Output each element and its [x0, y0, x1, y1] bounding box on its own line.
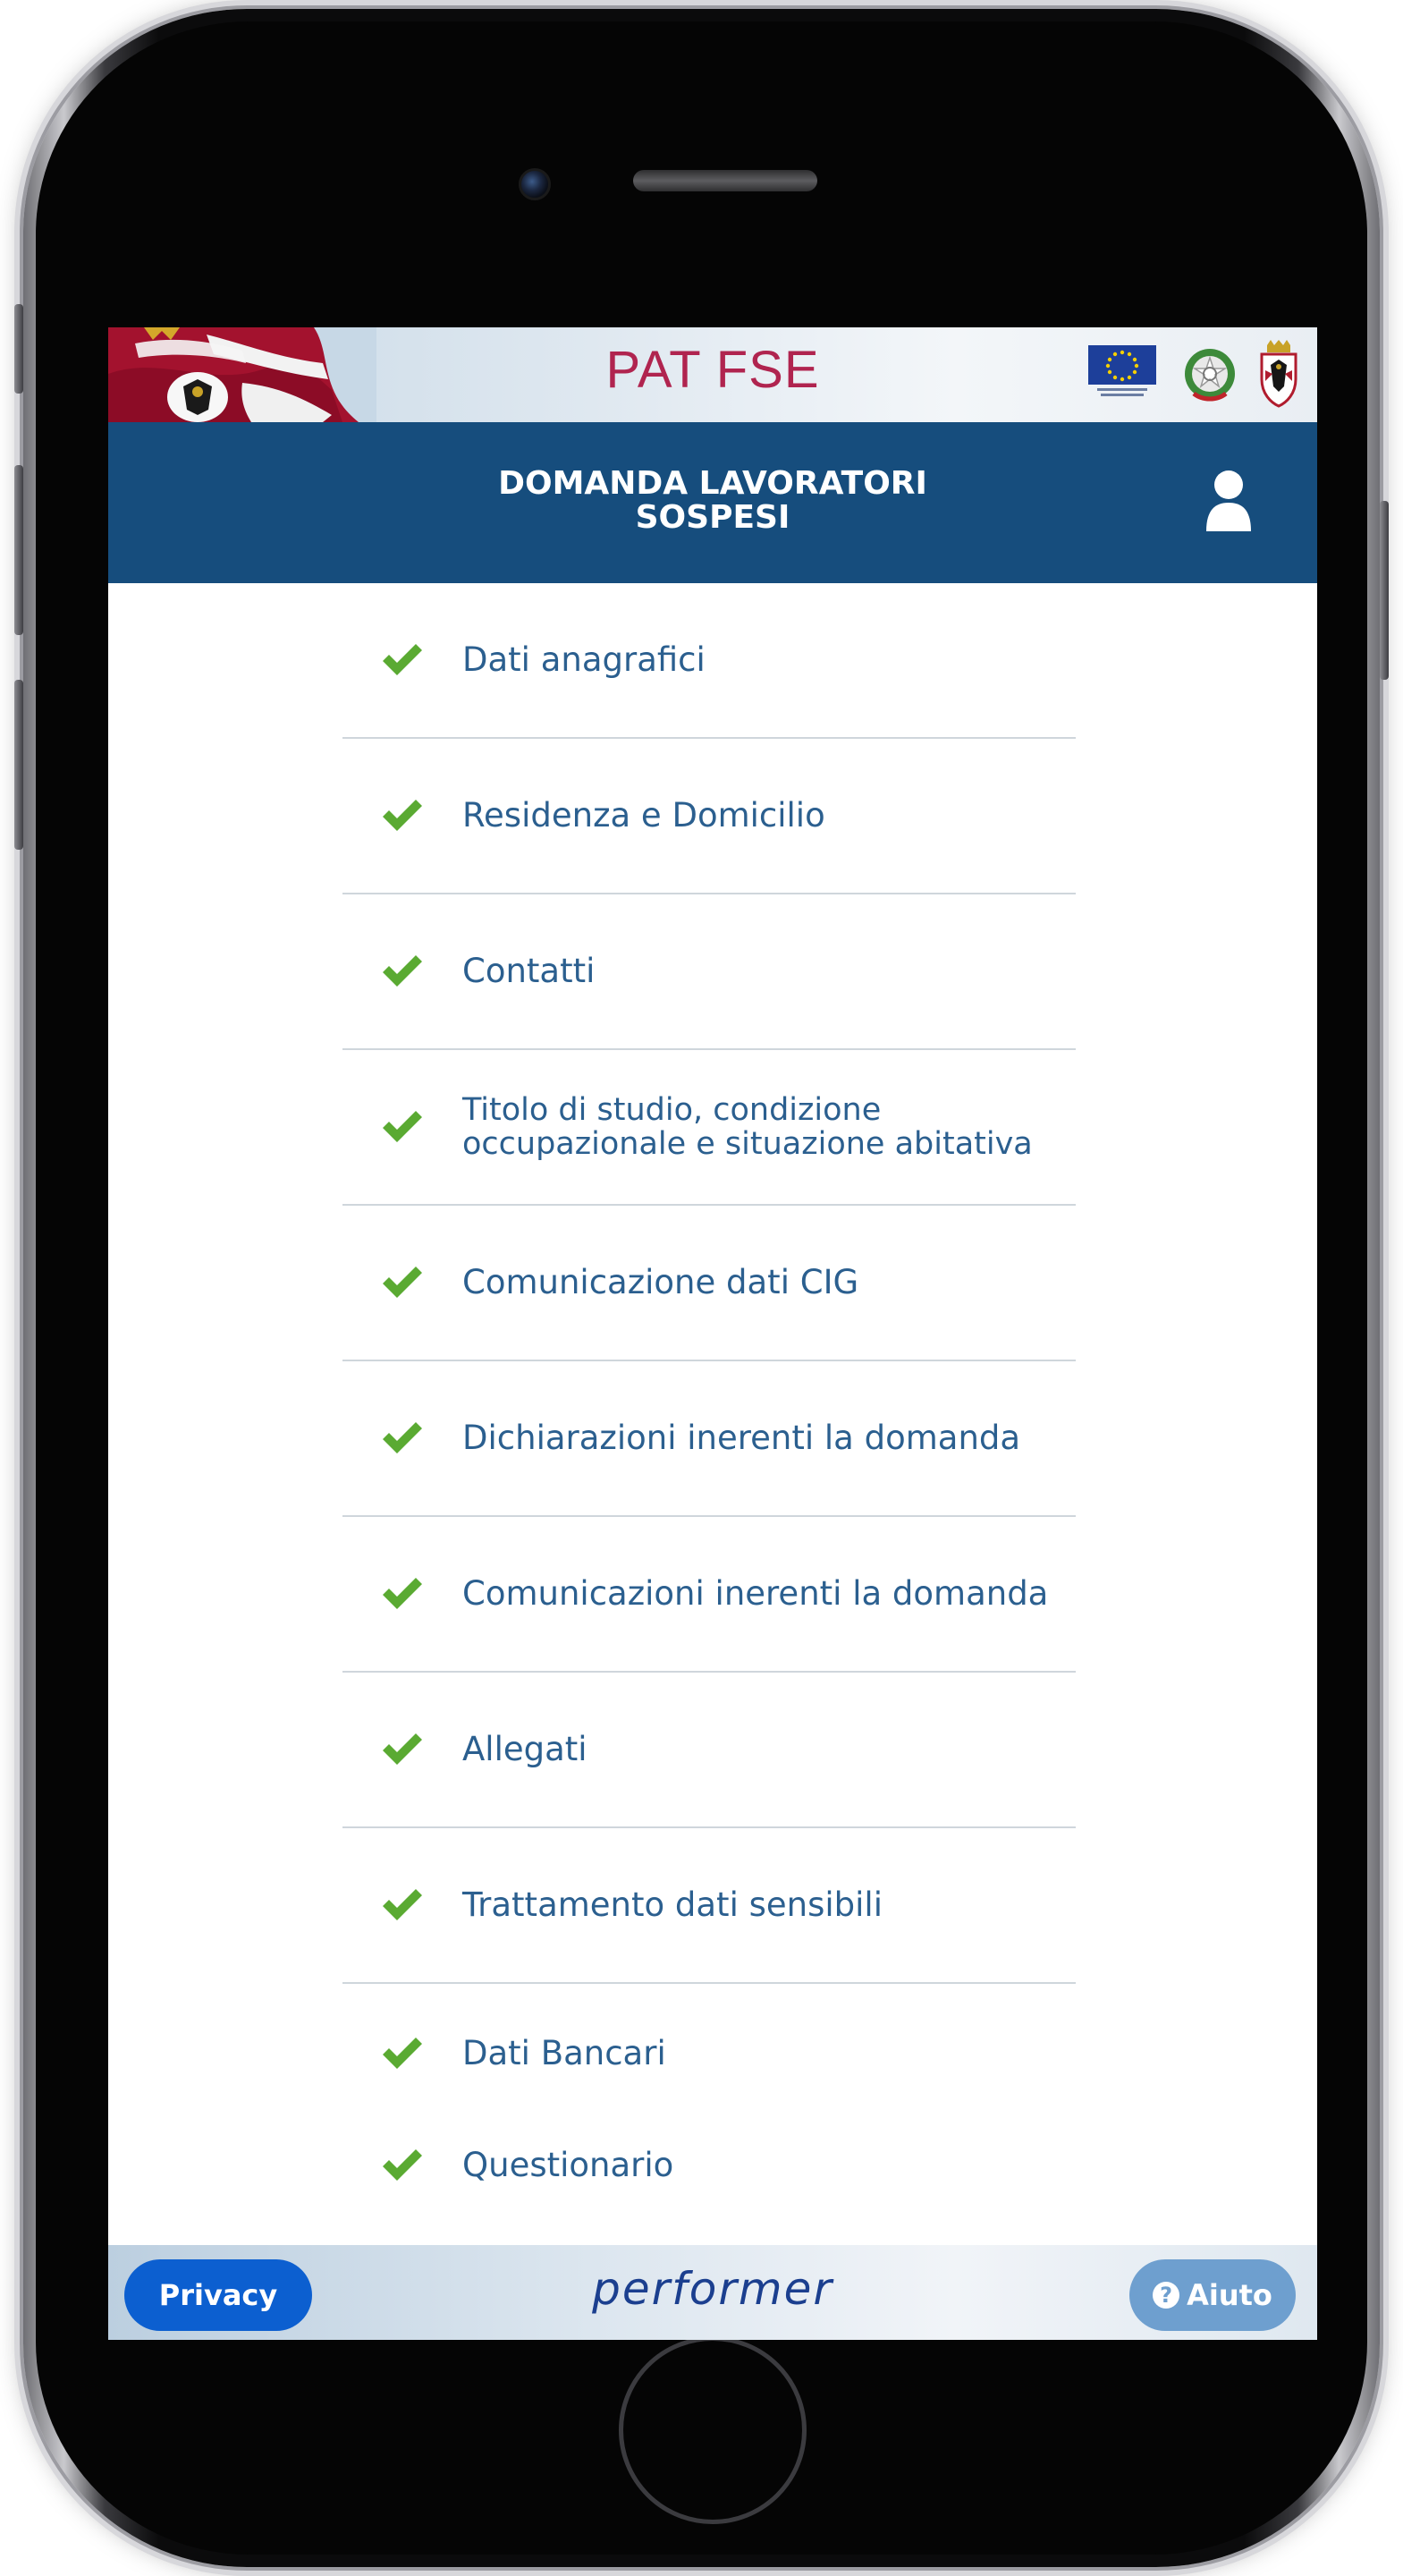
page-title-line1: DOMANDA LAVORATORI [498, 465, 927, 502]
check-icon [383, 1733, 422, 1765]
trentino-coat-of-arms [1256, 340, 1301, 408]
menu-item-label: Trattamento dati sensibili [462, 1885, 883, 1924]
app-screen: PAT FSE DOMANDA LAVORATORI SOSPESI Dati … [108, 327, 1317, 2340]
menu-item-dati-anagrafici[interactable]: Dati anagrafici [342, 583, 1076, 739]
menu-item-comunicazioni[interactable]: Comunicazioni inerenti la domanda [342, 1517, 1076, 1673]
check-icon [383, 800, 422, 831]
front-camera [519, 168, 551, 200]
check-icon [383, 955, 422, 987]
check-icon [383, 2148, 422, 2181]
menu-item-label: Residenza e Domicilio [462, 796, 825, 835]
user-icon[interactable] [1203, 469, 1255, 533]
menu-item-dati-bancari[interactable]: Dati Bancari [342, 1984, 1076, 2123]
menu-item-label: Dati anagrafici [462, 640, 706, 679]
help-button[interactable]: ? Aiuto [1129, 2259, 1296, 2331]
page-title-line2: SOSPESI [635, 499, 790, 536]
volume-down-button [14, 680, 23, 850]
check-icon [383, 1267, 422, 1298]
menu-item-label: Allegati [462, 1730, 587, 1768]
check-icon [383, 644, 422, 675]
menu-item-dichiarazioni[interactable]: Dichiarazioni inerenti la domanda [342, 1361, 1076, 1517]
menu-item-label: Dichiarazioni inerenti la domanda [462, 1419, 1021, 1457]
check-icon [383, 1111, 422, 1142]
question-circle-icon: ? [1153, 2282, 1180, 2309]
menu-item-contatti[interactable]: Contatti [342, 894, 1076, 1050]
menu-item-label: Questionario [462, 2145, 674, 2184]
menu-item-trattamento-dati[interactable]: Trattamento dati sensibili [342, 1828, 1076, 1984]
menu-item-titolo-di-studio[interactable]: Titolo di studio, condizione occupaziona… [342, 1050, 1076, 1206]
menu-item-label-line1: Titolo di studio, condizione [462, 1092, 882, 1128]
header-bar: DOMANDA LAVORATORI SOSPESI [108, 422, 1317, 583]
volume-up-button [14, 465, 23, 635]
menu-item-comunicazione-dati-cig[interactable]: Comunicazione dati CIG [342, 1206, 1076, 1361]
menu-item-residenza-domicilio[interactable]: Residenza e Domicilio [342, 739, 1076, 894]
check-icon [383, 1889, 422, 1920]
help-button-label: Aiuto [1187, 2278, 1272, 2312]
menu-item-label: Comunicazioni inerenti la domanda [462, 1574, 1049, 1613]
menu-item-label: Dati Bancari [462, 2034, 666, 2072]
page-title: DOMANDA LAVORATORI SOSPESI [108, 467, 1317, 535]
mute-switch [14, 304, 23, 394]
footer-bar: Privacy performer ? Aiuto [108, 2245, 1317, 2340]
menu-item-label: Contatti [462, 952, 596, 990]
menu-item-questionario[interactable]: Questionario [342, 2123, 1076, 2240]
check-icon [383, 1422, 422, 1453]
home-button[interactable] [619, 2336, 807, 2524]
italian-republic-emblem [1181, 343, 1238, 406]
section-menu: Dati anagrafici Residenza e Domicilio Co… [342, 583, 1076, 2240]
menu-item-allegati[interactable]: Allegati [342, 1673, 1076, 1828]
check-icon [383, 1578, 422, 1609]
menu-item-label-line2: occupazionale e situazione abitativa [462, 1126, 1033, 1162]
earpiece-speaker [633, 170, 817, 191]
menu-item-label: Titolo di studio, condizione occupaziona… [462, 1093, 1076, 1161]
check-icon [383, 2038, 422, 2069]
eu-flag-logo [1088, 345, 1156, 399]
top-banner: PAT FSE [108, 327, 1317, 422]
menu-item-label: Comunicazione dati CIG [462, 1263, 859, 1301]
power-button [1380, 501, 1389, 680]
